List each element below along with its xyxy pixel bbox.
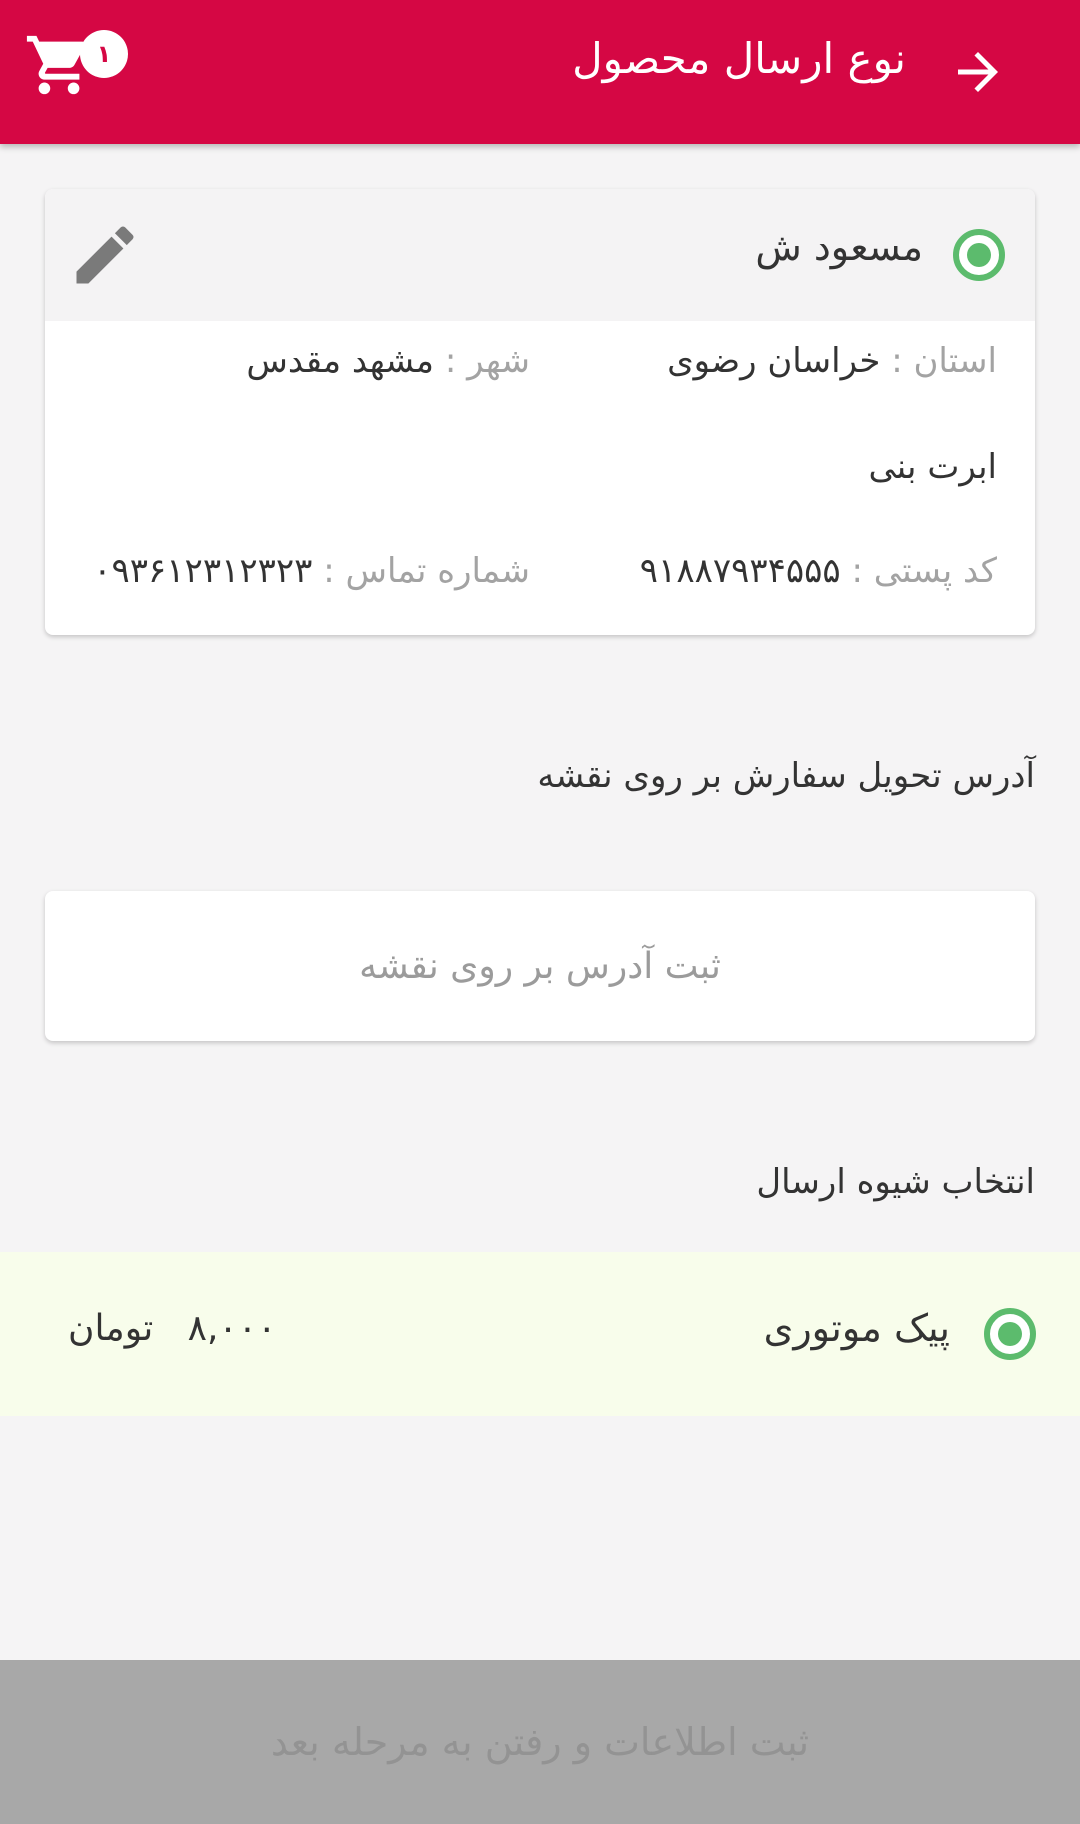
shipping-section-title: انتخاب شیوه ارسال [756,1162,1035,1202]
address-radio-selected[interactable] [953,229,1005,281]
province-value: خراسان رضوی [667,341,881,381]
shipping-option-motor-courier[interactable]: پیک موتوری ۸,۰۰۰ تومان [0,1252,1080,1416]
shipping-option-price: ۸,۰۰۰ تومان [68,1308,276,1349]
map-section-title: آدرس تحویل سفارش بر روی نقشه [537,756,1035,796]
postal-code-label: کد پستی : [851,551,998,591]
back-button[interactable] [936,30,1020,114]
phone-label: شماره تماس : [323,551,530,591]
phone-field: شماره تماس : ۰۹۳۶۱۲۳۱۲۳۲۳ [93,551,530,591]
province-label: استان : [891,341,997,381]
price-currency: تومان [68,1308,154,1349]
address-line: ابرت بنی [868,447,997,487]
edit-address-button[interactable] [67,217,143,293]
cart-button[interactable]: ۱ [24,18,128,102]
postal-code-field: کد پستی : ۹۱۸۸۷۹۳۴۵۵۵ [640,551,997,591]
submit-next-step-label: ثبت اطلاعات و رفتن به مرحله بعد [270,1720,810,1764]
set-map-address-label: ثبت آدرس بر روی نقشه [359,945,721,987]
cart-count-badge: ۱ [80,30,128,78]
city-value: مشهد مقدس [246,341,434,381]
address-card[interactable]: مسعود ش استان : خراسان رضوی شهر : مشهد م… [45,189,1035,635]
postal-code-value: ۹۱۸۸۷۹۳۴۵۵۵ [639,551,841,591]
price-value: ۸,۰۰۰ [187,1308,277,1349]
phone-value: ۰۹۳۶۱۲۳۱۲۳۲۳ [93,551,313,591]
recipient-name: مسعود ش [755,225,923,269]
city-label: شهر : [444,341,530,381]
province-field: استان : خراسان رضوی [667,341,997,381]
address-text: ابرت بنی [868,447,997,487]
city-field: شهر : مشهد مقدس [246,341,530,381]
shipping-radio-selected[interactable] [984,1308,1036,1360]
page-title: نوع ارسال محصول [572,34,906,83]
address-card-header: مسعود ش [45,189,1035,321]
arrow-right-icon [958,52,998,92]
set-map-address-button[interactable]: ثبت آدرس بر روی نقشه [45,891,1035,1041]
submit-next-step-button[interactable]: ثبت اطلاعات و رفتن به مرحله بعد [0,1660,1080,1824]
shipping-option-name: پیک موتوری [763,1306,950,1350]
pencil-icon [76,226,134,284]
app-bar: نوع ارسال محصول ۱ [0,0,1080,144]
